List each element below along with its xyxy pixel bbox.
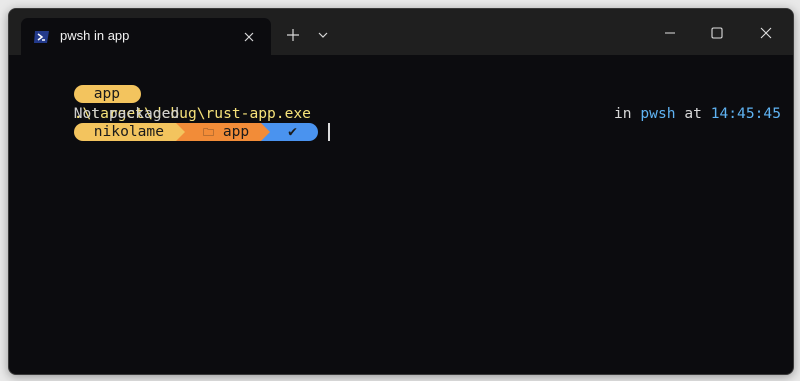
path-segment: 🗀 app (185, 123, 262, 141)
tab-title: pwsh in app (60, 28, 130, 43)
right-prompt-shell: pwsh (640, 105, 676, 122)
right-prompt-in: in (614, 105, 632, 122)
close-icon[interactable] (240, 28, 258, 46)
tab-pwsh[interactable]: pwsh in app (21, 18, 271, 55)
path-label: app (222, 123, 250, 140)
user-segment: nikolame (73, 123, 177, 141)
check-icon: ✔ (288, 123, 297, 140)
status-segment: ✔ (270, 123, 309, 141)
new-tab-button[interactable] (284, 26, 302, 44)
output-line: Not packaged (21, 85, 179, 122)
window-close-icon[interactable] (755, 22, 777, 44)
chevron-down-icon[interactable] (316, 28, 330, 42)
powershell-icon (34, 31, 49, 43)
right-prompt-at: at (684, 105, 702, 122)
command-line: app .\target\debug\rust-app.exe (21, 66, 311, 122)
terminal-output[interactable]: app .\target\debug\rust-app.exe Not pack… (9, 55, 793, 374)
text-cursor (327, 123, 330, 141)
right-prompt-time: 14:45:45 (710, 105, 781, 122)
folder-icon: 🗀 (203, 126, 215, 139)
right-prompt: in pwsh at 14:45:45 (614, 104, 781, 123)
minimize-icon[interactable] (659, 22, 681, 44)
maximize-icon[interactable] (706, 22, 728, 44)
terminal-window: pwsh in app app .\target\debug\rust-app.… (8, 8, 794, 375)
title-bar: pwsh in app (9, 9, 793, 55)
prompt-line: nikolame 🗀 app ✔ in pwsh at 14:45:45 (21, 104, 781, 141)
